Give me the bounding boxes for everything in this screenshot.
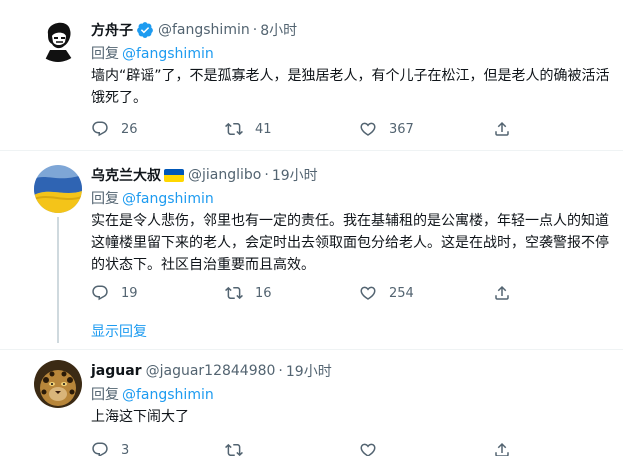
reply-label: 回复 — [91, 191, 119, 207]
tweet-1[interactable]: 方舟子 @fangshimin · 8小时 回复 @fangshimin 墙内“辟… — [0, 0, 623, 150]
reply-button[interactable]: 19 — [91, 284, 225, 302]
tweet-text: 上海这下闹大了 — [91, 409, 189, 425]
handle[interactable]: @jianglibo — [188, 167, 261, 183]
timestamp[interactable]: 19小时 — [272, 165, 318, 185]
reply-context: 回复 @fangshimin — [91, 43, 613, 63]
reply-mention-link[interactable]: @fangshimin — [122, 387, 214, 403]
tweet-3[interactable]: jaguar @jaguar12844980 · 19小时 回复 @fangshi… — [0, 350, 623, 456]
tweet-actions: 3 — [91, 439, 515, 456]
tweet-content: 乌克兰大叔 @jianglibo · 19小时 回复 @fangshimin 实在… — [91, 165, 613, 276]
ukraine-flag-icon — [164, 168, 184, 182]
avatar-jaguar[interactable] — [34, 360, 82, 408]
reply-count: 26 — [121, 121, 138, 137]
reply-button[interactable]: 26 — [91, 120, 225, 138]
share-icon — [495, 442, 509, 456]
share-icon — [495, 285, 509, 300]
separator-dot: · — [252, 22, 258, 38]
retweet-icon — [225, 443, 243, 456]
like-button[interactable] — [359, 441, 493, 456]
separator-dot: · — [278, 363, 283, 379]
tweet-2[interactable]: 乌克兰大叔 @jianglibo · 19小时 回复 @fangshimin 实在… — [0, 151, 623, 349]
retweet-count: 16 — [255, 285, 272, 301]
like-count: 367 — [389, 121, 414, 137]
like-count: 254 — [389, 285, 414, 301]
tweet-content: jaguar @jaguar12844980 · 19小时 回复 @fangshi… — [91, 361, 613, 428]
retweet-button[interactable]: 16 — [225, 284, 359, 302]
retweet-button[interactable] — [225, 441, 359, 456]
reply-count: 19 — [121, 285, 138, 301]
like-icon — [360, 286, 376, 300]
display-name[interactable]: jaguar — [91, 363, 142, 379]
reply-context: 回复 @fangshimin — [91, 384, 613, 404]
avatar-fangzhouzi[interactable] — [34, 14, 82, 62]
share-button[interactable] — [493, 441, 515, 456]
reply-count: 3 — [121, 442, 130, 456]
show-replies-link[interactable]: 显示回复 — [91, 321, 147, 341]
tweet-text: 实在是令人悲伤，邻里也有一定的责任。我在基辅租的是公寓楼，年轻一点人的知道这幢楼… — [91, 213, 609, 273]
share-icon — [495, 121, 509, 136]
retweet-count: 41 — [255, 121, 272, 137]
timestamp[interactable]: 19小时 — [286, 361, 332, 381]
tweet-header: 方舟子 @fangshimin · 8小时 — [91, 20, 613, 40]
retweet-icon — [225, 286, 243, 300]
like-icon — [360, 443, 376, 456]
handle[interactable]: @fangshimin — [158, 22, 250, 38]
reply-icon — [92, 121, 108, 137]
tweet-actions: 26 41 367 — [91, 118, 515, 140]
separator-dot: · — [264, 167, 269, 183]
share-button[interactable] — [493, 120, 515, 138]
verified-badge-icon — [136, 21, 154, 39]
display-name[interactable]: 乌克兰大叔 — [91, 165, 161, 185]
reply-icon — [92, 442, 108, 456]
reply-label: 回复 — [91, 46, 119, 62]
like-icon — [360, 122, 376, 136]
reply-icon — [92, 285, 108, 301]
like-button[interactable]: 367 — [359, 120, 493, 138]
like-button[interactable]: 254 — [359, 284, 493, 302]
share-button[interactable] — [493, 284, 515, 302]
retweet-button[interactable]: 41 — [225, 120, 359, 138]
thread-line — [57, 217, 59, 343]
tweet-header: 乌克兰大叔 @jianglibo · 19小时 — [91, 165, 613, 185]
reply-button[interactable]: 3 — [91, 441, 225, 456]
tweet-content: 方舟子 @fangshimin · 8小时 回复 @fangshimin 墙内“辟… — [91, 20, 613, 109]
reply-context: 回复 @fangshimin — [91, 188, 613, 208]
reply-mention-link[interactable]: @fangshimin — [122, 191, 214, 207]
handle[interactable]: @jaguar12844980 — [146, 363, 276, 379]
reply-mention-link[interactable]: @fangshimin — [122, 46, 214, 62]
tweet-actions: 19 16 254 — [91, 282, 515, 304]
tweet-text: 墙内“辟谣”了，不是孤寡老人，是独居老人，有个儿子在松江，但是老人的确被活活饿死… — [91, 68, 610, 106]
tweet-header: jaguar @jaguar12844980 · 19小时 — [91, 361, 613, 381]
timestamp[interactable]: 8小时 — [260, 20, 297, 40]
reply-label: 回复 — [91, 387, 119, 403]
avatar-ukraine-flag[interactable] — [34, 165, 82, 213]
display-name[interactable]: 方舟子 — [91, 20, 133, 40]
retweet-icon — [225, 122, 243, 136]
